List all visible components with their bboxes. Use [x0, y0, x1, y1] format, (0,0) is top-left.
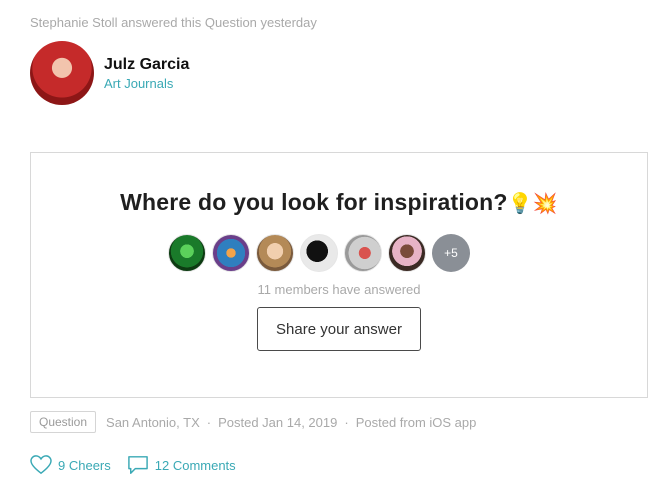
author-group-link[interactable]: Art Journals [104, 76, 189, 91]
answerer-avatar[interactable] [212, 234, 250, 272]
separator-dot: · [206, 414, 212, 430]
comment-icon [127, 456, 148, 474]
bulb-collision-icon: 💡💥 [507, 193, 558, 215]
answerer-avatar[interactable] [256, 234, 294, 272]
answerer-avatar[interactable] [388, 234, 426, 272]
comments-count: 12 Comments [154, 457, 236, 473]
author-name[interactable]: Julz Garcia [104, 56, 189, 74]
heart-icon [30, 455, 52, 475]
answerer-avatar[interactable] [168, 234, 206, 272]
posted-date: Posted Jan 14, 2019 [218, 414, 338, 430]
separator-dot: · [344, 414, 349, 430]
author-avatar[interactable] [30, 41, 94, 105]
question-title: Where do you look for inspiration? [120, 189, 508, 215]
post-meta: Question San Antonio, TX · Posted Jan 14… [30, 411, 476, 433]
author-info: Julz Garcia Art Journals [104, 56, 189, 91]
cheers-count: 9 Cheers [58, 457, 111, 473]
post-actions: 9 Cheers 12 Comments [30, 455, 236, 475]
location-text: San Antonio, TX [106, 414, 200, 430]
answerer-avatar[interactable] [300, 234, 338, 272]
post-source: Posted from iOS app [355, 414, 477, 430]
question-card: Where do you look for inspiration?💡💥 +5 … [30, 152, 648, 398]
more-answerers-badge[interactable]: +5 [432, 234, 470, 272]
author-block: Julz Garcia Art Journals [30, 41, 189, 105]
question-tag[interactable]: Question [30, 411, 97, 433]
cheer-button[interactable]: 9 Cheers [30, 455, 111, 475]
share-answer-button[interactable]: Share your answer [257, 307, 421, 351]
activity-text: Stephanie Stoll answered this Question y… [30, 15, 317, 30]
question-title-row: Where do you look for inspiration?💡💥 [31, 189, 647, 216]
answerer-avatar[interactable] [344, 234, 382, 272]
answerer-avatars: +5 [0, 234, 647, 272]
comments-button[interactable]: 12 Comments [127, 455, 236, 475]
answered-count: 11 members have answered [257, 282, 421, 297]
